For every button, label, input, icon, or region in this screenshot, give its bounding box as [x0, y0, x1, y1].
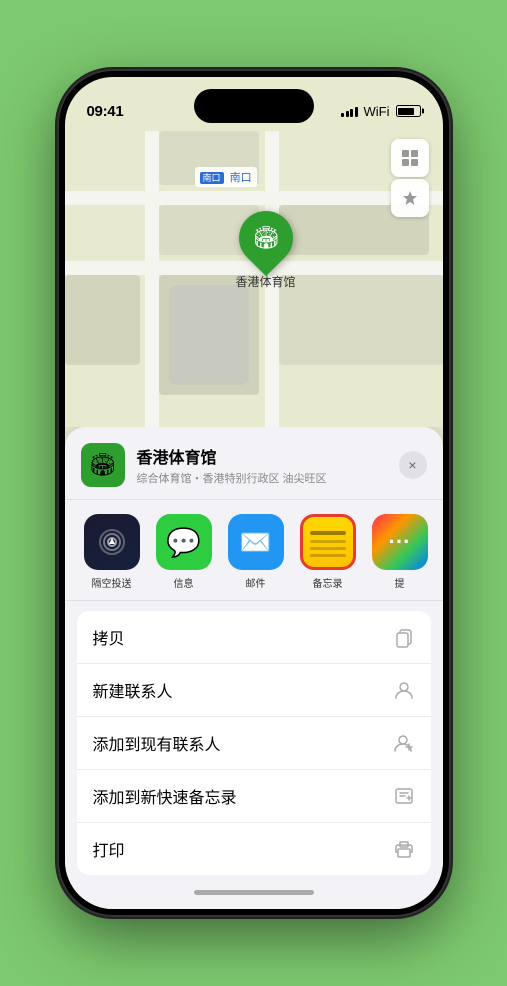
battery-fill [398, 108, 414, 115]
notes-line-2 [310, 540, 346, 543]
status-bar: 09:41 WiFi [65, 77, 443, 131]
venue-desc: 综合体育馆・香港特别行政区 油尖旺区 [137, 470, 387, 486]
notes-line-1 [310, 531, 346, 535]
new-contact-icon [393, 679, 415, 701]
mail-label: 邮件 [246, 575, 266, 590]
airdrop-icon [84, 514, 140, 570]
more-label: 提 [395, 575, 405, 590]
sheet-header: 🏟 香港体育馆 综合体育馆・香港特别行政区 油尖旺区 × [65, 427, 443, 500]
more-apps-icon: ··· [372, 514, 428, 570]
signal-bar-4 [355, 107, 358, 117]
stadium-pin[interactable]: 🏟 香港体育馆 [235, 211, 295, 290]
dynamic-island [194, 89, 314, 123]
building-5 [279, 275, 443, 365]
app-item-messages[interactable]: 💬 信息 [153, 514, 215, 590]
venue-name: 香港体育馆 [137, 444, 387, 468]
venue-info: 香港体育馆 综合体育馆・香港特别行政区 油尖旺区 [137, 444, 387, 486]
action-new-contact-label: 新建联系人 [93, 678, 173, 702]
notes-icon-wrapper [300, 514, 356, 570]
quick-note-icon [393, 785, 415, 807]
road-vertical-1 [145, 131, 159, 427]
action-copy-label: 拷贝 [93, 625, 125, 649]
pin-circle: 🏟 [227, 200, 303, 276]
home-bar [194, 890, 314, 895]
action-print-label: 打印 [93, 837, 125, 861]
signal-bars [341, 105, 358, 117]
stadium-inner [169, 285, 249, 385]
app-item-notes[interactable]: 备忘录 [297, 514, 359, 590]
south-gate-label: 南口 南口 南口 [195, 167, 257, 187]
action-list: 拷贝 新建联系人 添加到现有联系人 [77, 611, 431, 875]
action-add-contact[interactable]: 添加到现有联系人 [77, 717, 431, 770]
building-4 [65, 275, 140, 365]
copy-icon [393, 626, 415, 648]
app-item-mail[interactable]: ✉️ 邮件 [225, 514, 287, 590]
messages-icon: 💬 [156, 514, 212, 570]
signal-bar-3 [350, 109, 353, 117]
bottom-sheet: 🏟 香港体育馆 综合体育馆・香港特别行政区 油尖旺区 × [65, 427, 443, 909]
signal-bar-1 [341, 113, 344, 117]
action-add-contact-label: 添加到现有联系人 [93, 731, 221, 755]
notes-icon [300, 514, 356, 570]
phone-frame: 09:41 WiFi [59, 71, 449, 915]
app-item-more[interactable]: ··· 提 [369, 514, 431, 590]
home-indicator [65, 875, 443, 909]
action-new-contact[interactable]: 新建联系人 [77, 664, 431, 717]
map-view-toggle[interactable] [391, 139, 429, 177]
notes-label: 备忘录 [313, 575, 343, 590]
print-icon [393, 838, 415, 860]
notes-line-3 [310, 547, 346, 550]
action-copy[interactable]: 拷贝 [77, 611, 431, 664]
wifi-icon: WiFi [364, 104, 390, 119]
map-area[interactable]: 南口 南口 南口 [65, 131, 443, 427]
more-dots: ··· [389, 529, 411, 555]
add-contact-icon [393, 732, 415, 754]
map-controls [391, 139, 429, 217]
status-time: 09:41 [87, 103, 124, 120]
action-quick-note-label: 添加到新快速备忘录 [93, 784, 237, 808]
road-horizontal-1 [65, 191, 443, 205]
battery-icon [396, 105, 421, 117]
action-quick-note[interactable]: 添加到新快速备忘录 [77, 770, 431, 823]
action-print[interactable]: 打印 [77, 823, 431, 875]
phone-screen: 09:41 WiFi [65, 77, 443, 909]
notes-line-4 [310, 554, 346, 557]
messages-label: 信息 [174, 575, 194, 590]
apps-row: 隔空投送 💬 信息 ✉️ 邮件 [65, 500, 443, 601]
airdrop-label: 隔空投送 [92, 575, 132, 590]
location-button[interactable] [391, 179, 429, 217]
stadium-icon: 🏟 [252, 225, 280, 251]
status-icons: WiFi [341, 104, 421, 119]
mail-icon: ✉️ [228, 514, 284, 570]
signal-bar-2 [346, 111, 349, 117]
app-item-airdrop[interactable]: 隔空投送 [81, 514, 143, 590]
venue-icon: 🏟 [81, 443, 125, 487]
close-button[interactable]: × [399, 451, 427, 479]
